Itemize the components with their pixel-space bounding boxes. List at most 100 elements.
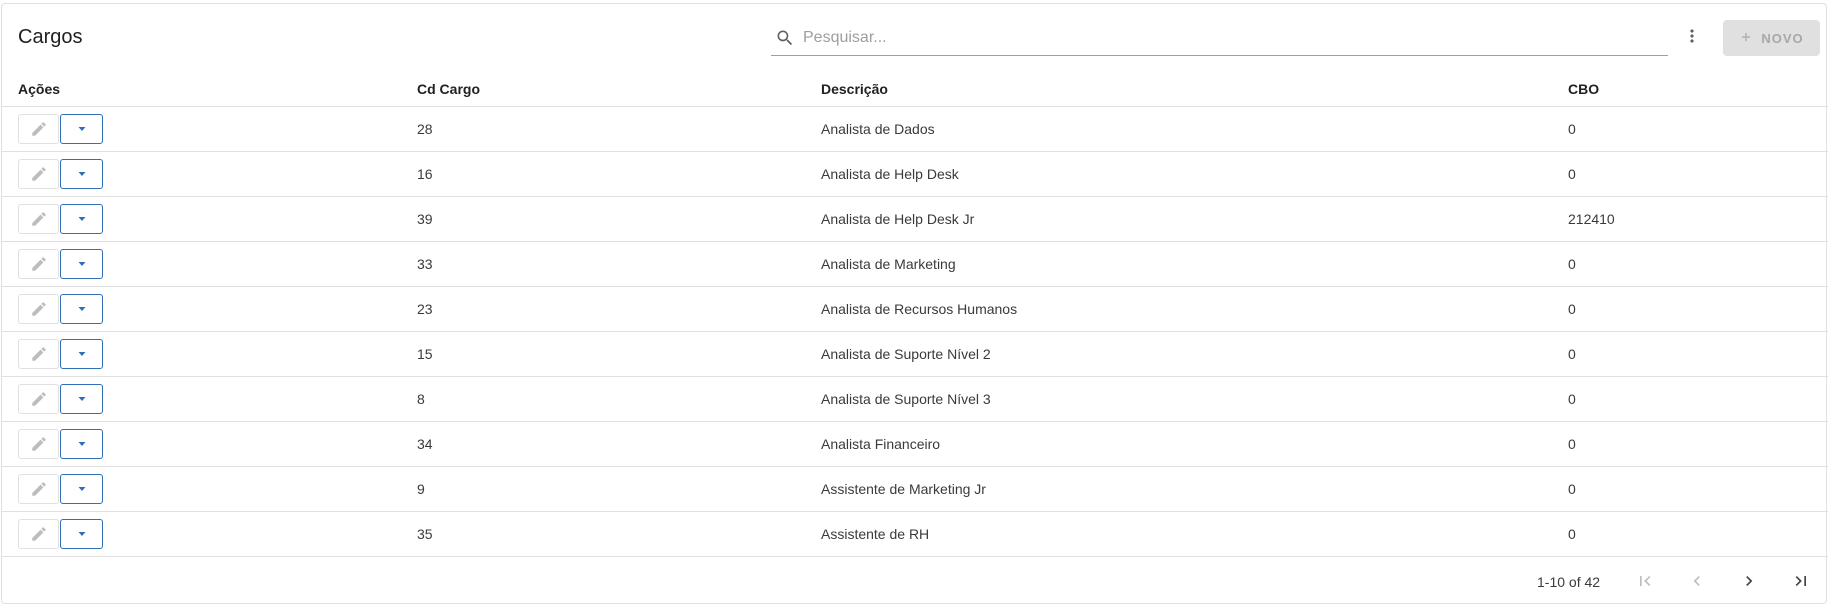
- row-actions-dropdown-button[interactable]: [60, 294, 103, 324]
- chevron-right-icon: [1746, 576, 1753, 586]
- cell-cd-cargo: 33: [417, 256, 433, 272]
- table-row: 9 Assistente de Marketing Jr 0: [2, 467, 1828, 512]
- edit-button[interactable]: [18, 384, 59, 414]
- edit-button[interactable]: [18, 249, 59, 279]
- table-row: 28 Analista de Dados 0: [2, 107, 1828, 152]
- caret-down-icon: [78, 487, 85, 491]
- cell-cd-cargo: 34: [417, 436, 433, 452]
- column-header-cbo[interactable]: CBO: [1568, 81, 1599, 97]
- pencil-icon: [31, 347, 46, 361]
- prev-page-button[interactable]: [1684, 568, 1710, 594]
- row-actions-dropdown-button[interactable]: [60, 204, 103, 234]
- caret-down-icon: [78, 217, 85, 221]
- cell-descricao: Analista de Suporte Nível 2: [821, 346, 991, 362]
- cell-descricao: Analista de Dados: [821, 121, 935, 137]
- more-vert-icon: [1682, 26, 1702, 51]
- column-header-descricao[interactable]: Descrição: [821, 81, 888, 97]
- edit-button[interactable]: [18, 474, 59, 504]
- cell-cbo: 0: [1568, 256, 1576, 272]
- caret-down-icon: [78, 397, 85, 401]
- caret-down-icon: [78, 442, 85, 446]
- pagination-range: 1-10 of 42: [1537, 574, 1601, 590]
- cell-descricao: Analista de Recursos Humanos: [821, 301, 1018, 317]
- chevron-left-icon: [1693, 576, 1700, 586]
- last-page-icon: [1795, 576, 1806, 586]
- caret-down-icon: [78, 172, 85, 176]
- edit-button[interactable]: [18, 339, 59, 369]
- cell-descricao: Analista de Marketing: [821, 256, 956, 272]
- cell-cbo: 0: [1568, 526, 1576, 542]
- row-actions-dropdown-button[interactable]: [60, 429, 103, 459]
- last-page-button[interactable]: [1788, 568, 1814, 594]
- cell-cd-cargo: 23: [417, 301, 433, 317]
- cell-descricao: Analista de Suporte Nível 3: [821, 391, 991, 407]
- cell-cd-cargo: 8: [417, 391, 425, 407]
- pencil-icon: [31, 392, 46, 406]
- cell-cbo: 212410: [1568, 211, 1615, 227]
- cell-cbo: 0: [1568, 346, 1576, 362]
- edit-button[interactable]: [18, 204, 59, 234]
- cell-cbo: 0: [1568, 121, 1576, 137]
- row-actions-dropdown-button[interactable]: [60, 474, 103, 504]
- pencil-icon: [31, 527, 46, 541]
- edit-button[interactable]: [18, 159, 59, 189]
- more-options-button[interactable]: [1678, 24, 1706, 52]
- row-actions-dropdown-button[interactable]: [60, 339, 103, 369]
- search-icon: [771, 28, 799, 48]
- caret-down-icon: [78, 307, 85, 311]
- row-actions-dropdown-button[interactable]: [60, 384, 103, 414]
- cell-cbo: 0: [1568, 166, 1576, 182]
- new-button[interactable]: NOVO: [1723, 20, 1820, 56]
- caret-down-icon: [78, 127, 85, 131]
- pencil-icon: [31, 212, 46, 226]
- edit-button[interactable]: [18, 519, 59, 549]
- search-input[interactable]: [799, 22, 1668, 53]
- search-bar[interactable]: [771, 20, 1668, 56]
- caret-down-icon: [78, 532, 85, 536]
- cell-descricao: Analista de Help Desk Jr: [821, 211, 975, 227]
- cell-cbo: 0: [1568, 436, 1576, 452]
- plus-icon: [1739, 30, 1753, 47]
- pencil-icon: [31, 437, 46, 451]
- pencil-icon: [31, 122, 46, 136]
- cell-cd-cargo: 16: [417, 166, 433, 182]
- table-row: 35 Assistente de RH 0: [2, 512, 1828, 557]
- table-row: 23 Analista de Recursos Humanos 0: [2, 287, 1828, 332]
- cell-descricao: Assistente de RH: [821, 526, 930, 542]
- table-row: 33 Analista de Marketing 0: [2, 242, 1828, 287]
- page-title: Cargos: [18, 26, 83, 48]
- row-actions-dropdown-button[interactable]: [60, 114, 103, 144]
- cargos-card: Cargos NOVO Ações Cd Cargo Descrição CBO…: [1, 3, 1828, 604]
- pencil-icon: [31, 302, 46, 316]
- pencil-icon: [31, 167, 46, 181]
- table-row: 39 Analista de Help Desk Jr 212410: [2, 197, 1828, 242]
- column-header-acoes[interactable]: Ações: [18, 81, 60, 97]
- edit-button[interactable]: [18, 294, 59, 324]
- row-actions-dropdown-button[interactable]: [60, 249, 103, 279]
- pencil-icon: [31, 257, 46, 271]
- cell-cbo: 0: [1568, 481, 1576, 497]
- column-header-cd-cargo[interactable]: Cd Cargo: [417, 81, 480, 97]
- cell-cbo: 0: [1568, 391, 1576, 407]
- cell-cbo: 0: [1568, 301, 1576, 317]
- table-row: 16 Analista de Help Desk 0: [2, 152, 1828, 197]
- edit-button[interactable]: [18, 114, 59, 144]
- row-actions-dropdown-button[interactable]: [60, 519, 103, 549]
- edit-button[interactable]: [18, 429, 59, 459]
- cargos-table: Ações Cd Cargo Descrição CBO 28 Analista …: [2, 68, 1828, 557]
- table-row: 34 Analista Financeiro 0: [2, 422, 1828, 467]
- table-header: Ações Cd Cargo Descrição CBO: [2, 68, 1828, 107]
- cell-cd-cargo: 9: [417, 481, 425, 497]
- table-row: 8 Analista de Suporte Nível 3 0: [2, 377, 1828, 422]
- row-actions-dropdown-button[interactable]: [60, 159, 103, 189]
- pagination: 1-10 of 42: [2, 558, 1828, 604]
- new-button-label: NOVO: [1761, 30, 1804, 46]
- cell-descricao: Analista Financeiro: [821, 436, 941, 452]
- cell-cd-cargo: 39: [417, 211, 433, 227]
- cell-descricao: Assistente de Marketing Jr: [821, 481, 986, 497]
- caret-down-icon: [78, 352, 85, 356]
- first-page-button[interactable]: [1632, 568, 1658, 594]
- cell-cd-cargo: 28: [417, 121, 433, 137]
- next-page-button[interactable]: [1736, 568, 1762, 594]
- caret-down-icon: [78, 262, 85, 266]
